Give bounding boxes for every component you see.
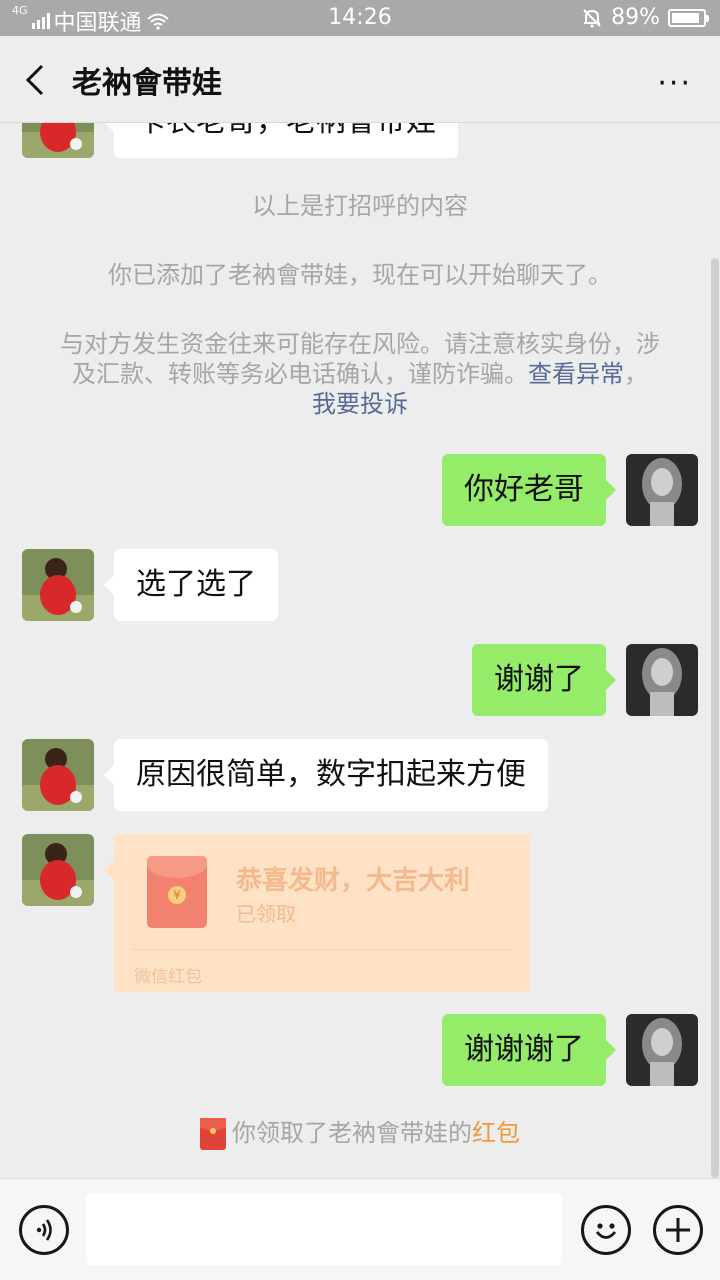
red-packet-title: 恭喜发财，大吉大利 (236, 866, 471, 896)
battery-percent: 89% (611, 5, 660, 30)
view-abnormal-link[interactable]: 查看异常 (528, 360, 624, 388)
warning-comma: ， (624, 360, 648, 388)
back-icon[interactable] (18, 60, 54, 100)
contact-avatar[interactable] (22, 739, 94, 811)
message-bubble-outgoing[interactable]: 谢谢了 (472, 644, 616, 716)
my-avatar[interactable] (626, 644, 698, 716)
chat-header: 老衲會带娃 ··· (0, 36, 720, 123)
claim-notice-text: 你领取了老衲會带娃的 (232, 1119, 472, 1147)
my-avatar[interactable] (626, 454, 698, 526)
system-fraud-warning: 与对方发生资金往来可能存在风险。请注意核实身份，涉及汇款、转账等务必电话确认，谨… (55, 329, 665, 419)
input-bar (0, 1178, 720, 1280)
red-packet-card[interactable]: ¥ 恭喜发财，大吉大利 已领取 微信红包 (104, 834, 530, 992)
voice-icon[interactable] (19, 1205, 69, 1255)
battery-icon (668, 8, 709, 27)
chat-scrollbar[interactable] (711, 258, 719, 1178)
red-packet-small-icon (200, 1118, 226, 1150)
red-packet-claim-notice: 你领取了老衲會带娃的红包 (40, 1117, 680, 1150)
plus-icon[interactable] (653, 1205, 703, 1255)
chat-title: 老衲會带娃 (72, 66, 222, 101)
status-bar: 4G 中国联通 14:26 89% (0, 0, 720, 36)
claim-notice-highlight[interactable]: 红包 (472, 1119, 520, 1147)
message-bubble-incoming[interactable]: 卡农老哥，老衲會带娃 (104, 123, 458, 158)
red-packet-divider (132, 949, 512, 950)
message-bubble-incoming[interactable]: 原因很简单，数字扣起来方便 (104, 739, 548, 811)
chat-area[interactable]: 卡农老哥，老衲會带娃 以上是打招呼的内容 你已添加了老衲會带娃，现在可以开始聊天… (0, 123, 720, 1178)
message-bubble-outgoing[interactable]: 谢谢谢了 (442, 1014, 616, 1086)
message-bubble-incoming[interactable]: 选了选了 (104, 549, 278, 621)
contact-avatar[interactable] (22, 123, 94, 158)
complain-link[interactable]: 我要投诉 (312, 390, 408, 418)
red-packet-status: 已领取 (236, 902, 296, 926)
red-envelope-coin: ¥ (168, 886, 186, 904)
message-input[interactable] (86, 1193, 562, 1265)
red-packet-footer: 微信红包 (134, 967, 202, 987)
status-right: 89% (581, 5, 709, 30)
contact-avatar[interactable] (22, 549, 94, 621)
contact-avatar[interactable] (22, 834, 94, 906)
red-envelope-icon: ¥ (147, 856, 207, 928)
my-avatar[interactable] (626, 1014, 698, 1086)
emoji-icon[interactable] (581, 1205, 631, 1255)
system-greeting-notice: 以上是打招呼的内容 (252, 192, 468, 220)
system-added-notice: 你已添加了老衲會带娃，现在可以开始聊天了。 (108, 261, 612, 289)
more-options-button[interactable]: ··· (657, 66, 692, 101)
battery-fill (672, 12, 699, 23)
mute-bell-icon (583, 8, 601, 27)
message-bubble-outgoing[interactable]: 你好老哥 (442, 454, 616, 526)
